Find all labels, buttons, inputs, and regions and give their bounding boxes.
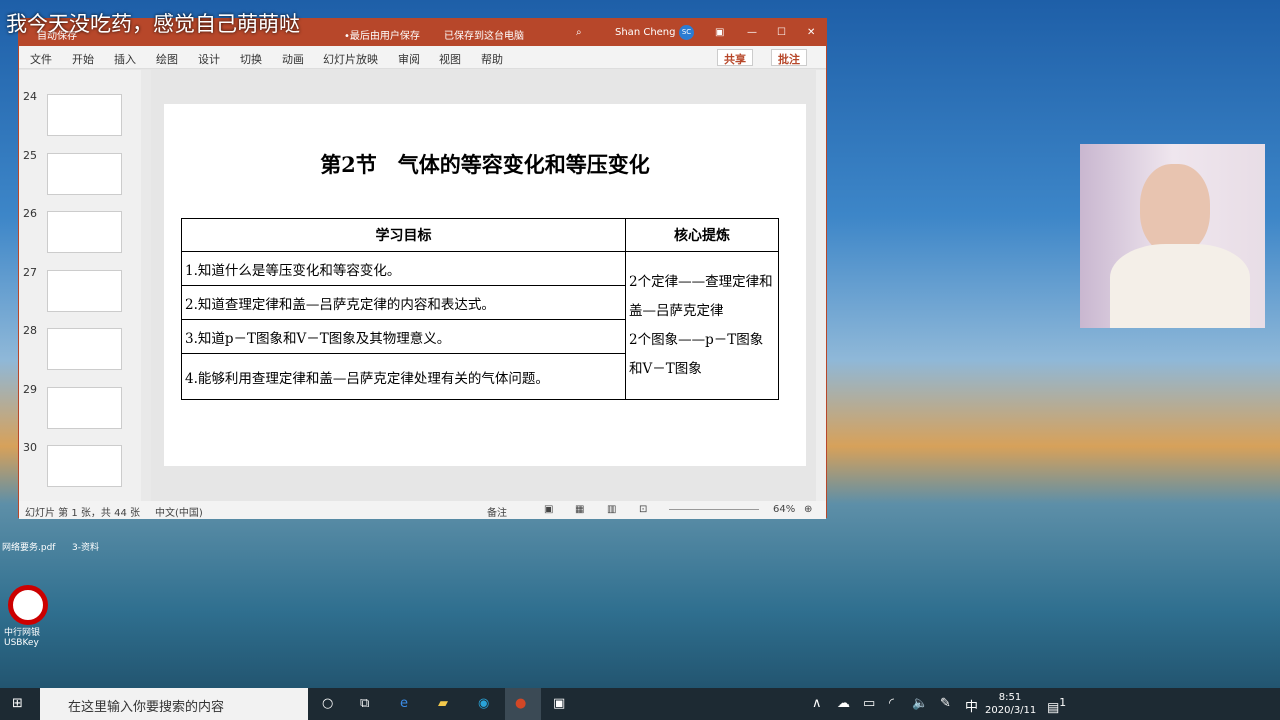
- header-core: 核心提炼: [625, 218, 779, 252]
- start-icon[interactable]: ⊞: [12, 696, 23, 711]
- tab-insert[interactable]: 插入: [114, 51, 136, 67]
- desktop-icon-label[interactable]: 3-资料: [72, 540, 99, 553]
- normal-view-icon[interactable]: ▣: [544, 504, 553, 515]
- pen-icon[interactable]: ✎: [940, 696, 951, 711]
- thumb-number: 29: [23, 383, 37, 396]
- tab-help[interactable]: 帮助: [481, 51, 503, 67]
- volume-icon[interactable]: 🔈: [912, 696, 928, 711]
- tab-review[interactable]: 审阅: [398, 51, 420, 67]
- thumb-number: 25: [23, 149, 37, 162]
- core-item: 2个图象——p－T图象和V－T图象: [629, 331, 764, 377]
- desktop-icon-label[interactable]: 网络要务.pdf: [2, 540, 55, 553]
- slide-thumbnail[interactable]: [47, 94, 122, 136]
- slide-title: 第2节 气体的等容变化和等压变化: [320, 152, 650, 177]
- taskbar: ⊞ 在这里输入你要搜索的内容 ○ ⧉ e ▰ ◉ ● ▣ ∧ ☁ ▭ ◜ 🔈 ✎…: [0, 688, 1280, 720]
- status-bar: 幻灯片 第 1 张，共 44 张 中文(中国) 备注 ▣ ▦ ▥ ⊡ 64% ⊕: [19, 501, 826, 519]
- show-hidden-icons[interactable]: ∧: [812, 696, 822, 711]
- thumb-number: 28: [23, 324, 37, 337]
- tab-draw[interactable]: 绘图: [156, 51, 178, 67]
- goal-cell: 4.能够利用查理定律和盖—吕萨克定律处理有关的气体问题。: [181, 353, 626, 400]
- share-button[interactable]: 共享: [717, 49, 753, 66]
- file-explorer-icon[interactable]: ▰: [438, 696, 448, 711]
- thumb-number: 27: [23, 266, 37, 279]
- objectives-table: 学习目标 核心提炼 1.知道什么是等压变化和等容变化。 2个定律——查理定律和盖—…: [181, 218, 779, 400]
- thumb-number: 30: [23, 441, 37, 454]
- tab-view[interactable]: 视图: [439, 51, 461, 67]
- close-button[interactable]: ✕: [807, 27, 815, 38]
- clock[interactable]: 8:51 2020/3/11: [985, 691, 1037, 717]
- webcam-video: [1080, 144, 1265, 328]
- tab-home[interactable]: 开始: [72, 51, 94, 67]
- taskbar-search[interactable]: 在这里输入你要搜索的内容: [40, 688, 308, 720]
- tab-file[interactable]: 文件: [30, 51, 52, 67]
- slide-counter: 幻灯片 第 1 张，共 44 张: [25, 508, 140, 519]
- powerpoint-taskbar-icon[interactable]: ●: [505, 688, 541, 720]
- search-placeholder: 在这里输入你要搜索的内容: [68, 700, 225, 715]
- thumbnail-scrollbar[interactable]: [141, 70, 151, 501]
- save-status: •最后由用户保存: [344, 31, 420, 42]
- slide-scrollbar[interactable]: [816, 70, 826, 501]
- tab-transitions[interactable]: 切换: [240, 51, 262, 67]
- minimize-button[interactable]: —: [747, 27, 757, 38]
- onedrive-icon[interactable]: ☁: [837, 696, 850, 711]
- fit-slide-icon[interactable]: ⊕: [804, 504, 812, 515]
- core-item: 2个定律——查理定律和盖—吕萨克定律: [629, 273, 773, 319]
- powerpoint-window: 自动保存 •最后由用户保存 已保存到这台电脑 ⌕ Shan Cheng SC ▣…: [18, 18, 827, 519]
- date: 2020/3/11: [985, 705, 1037, 716]
- tab-design[interactable]: 设计: [198, 51, 220, 67]
- notification-icon[interactable]: ▤1: [1047, 696, 1066, 715]
- time: 8:51: [998, 692, 1022, 703]
- app-icon[interactable]: ◉: [478, 696, 489, 711]
- notes-button[interactable]: 备注: [487, 504, 507, 519]
- goal-cell: 1.知道什么是等压变化和等容变化。: [181, 251, 626, 286]
- slide-thumbnail[interactable]: [47, 270, 122, 312]
- avatar[interactable]: SC: [679, 25, 694, 40]
- tab-slideshow[interactable]: 幻灯片放映: [323, 51, 378, 67]
- battery-icon[interactable]: ▭: [863, 696, 875, 711]
- core-cell: 2个定律——查理定律和盖—吕萨克定律 2个图象——p－T图象和V－T图象: [625, 251, 779, 400]
- slide-thumbnail[interactable]: [47, 387, 122, 429]
- search-icon[interactable]: ⌕: [576, 27, 582, 38]
- thumb-number: 24: [23, 90, 37, 103]
- slide-canvas[interactable]: 第2节 气体的等容变化和等压变化 学习目标 核心提炼 1.知道什么是等压变化和等容…: [164, 104, 806, 466]
- slide-thumbnail-pane: 24 25 26 27 28 29 30: [19, 70, 151, 501]
- header-objectives: 学习目标: [181, 218, 626, 252]
- video-overlay-caption: 我今天没吃药，感觉自己萌萌哒: [6, 12, 300, 36]
- save-location[interactable]: 已保存到这台电脑: [444, 27, 524, 42]
- ribbon-display-icon[interactable]: ▣: [715, 27, 724, 38]
- slide-sorter-icon[interactable]: ▦: [575, 504, 584, 515]
- zoom-level[interactable]: 64%: [773, 504, 795, 515]
- reading-view-icon[interactable]: ▥: [607, 504, 616, 515]
- desktop-icon-label[interactable]: 中行网银USBKey: [4, 625, 54, 648]
- maximize-button[interactable]: ☐: [777, 27, 786, 38]
- user-name[interactable]: Shan Cheng: [615, 27, 676, 38]
- slide-thumbnail[interactable]: [47, 445, 122, 487]
- slide-thumbnail[interactable]: [47, 211, 122, 253]
- comments-button[interactable]: 批注: [771, 49, 807, 66]
- ribbon-tabs: 文件 开始 插入 绘图 设计 切换 动画 幻灯片放映 审阅 视图 帮助 共享 批…: [19, 46, 826, 69]
- goal-cell: 3.知道p－T图象和V－T图象及其物理意义。: [181, 319, 626, 354]
- cortana-icon[interactable]: ○: [322, 696, 333, 711]
- boc-icon[interactable]: [8, 585, 48, 625]
- app-icon[interactable]: ▣: [553, 696, 565, 711]
- tab-animations[interactable]: 动画: [282, 51, 304, 67]
- slide-thumbnail[interactable]: [47, 328, 122, 370]
- thumb-number: 26: [23, 207, 37, 220]
- slide-thumbnail[interactable]: [47, 153, 122, 195]
- wifi-icon[interactable]: ◜: [889, 696, 894, 711]
- ime-indicator[interactable]: 中: [965, 696, 978, 715]
- notification-count: 1: [1059, 696, 1067, 709]
- zoom-slider[interactable]: [669, 509, 759, 510]
- goal-cell: 2.知道查理定律和盖—吕萨克定律的内容和表达式。: [181, 285, 626, 320]
- slideshow-icon[interactable]: ⊡: [639, 504, 647, 515]
- language-indicator[interactable]: 中文(中国): [155, 504, 203, 519]
- edge-icon[interactable]: e: [400, 696, 408, 711]
- task-view-icon[interactable]: ⧉: [360, 696, 369, 711]
